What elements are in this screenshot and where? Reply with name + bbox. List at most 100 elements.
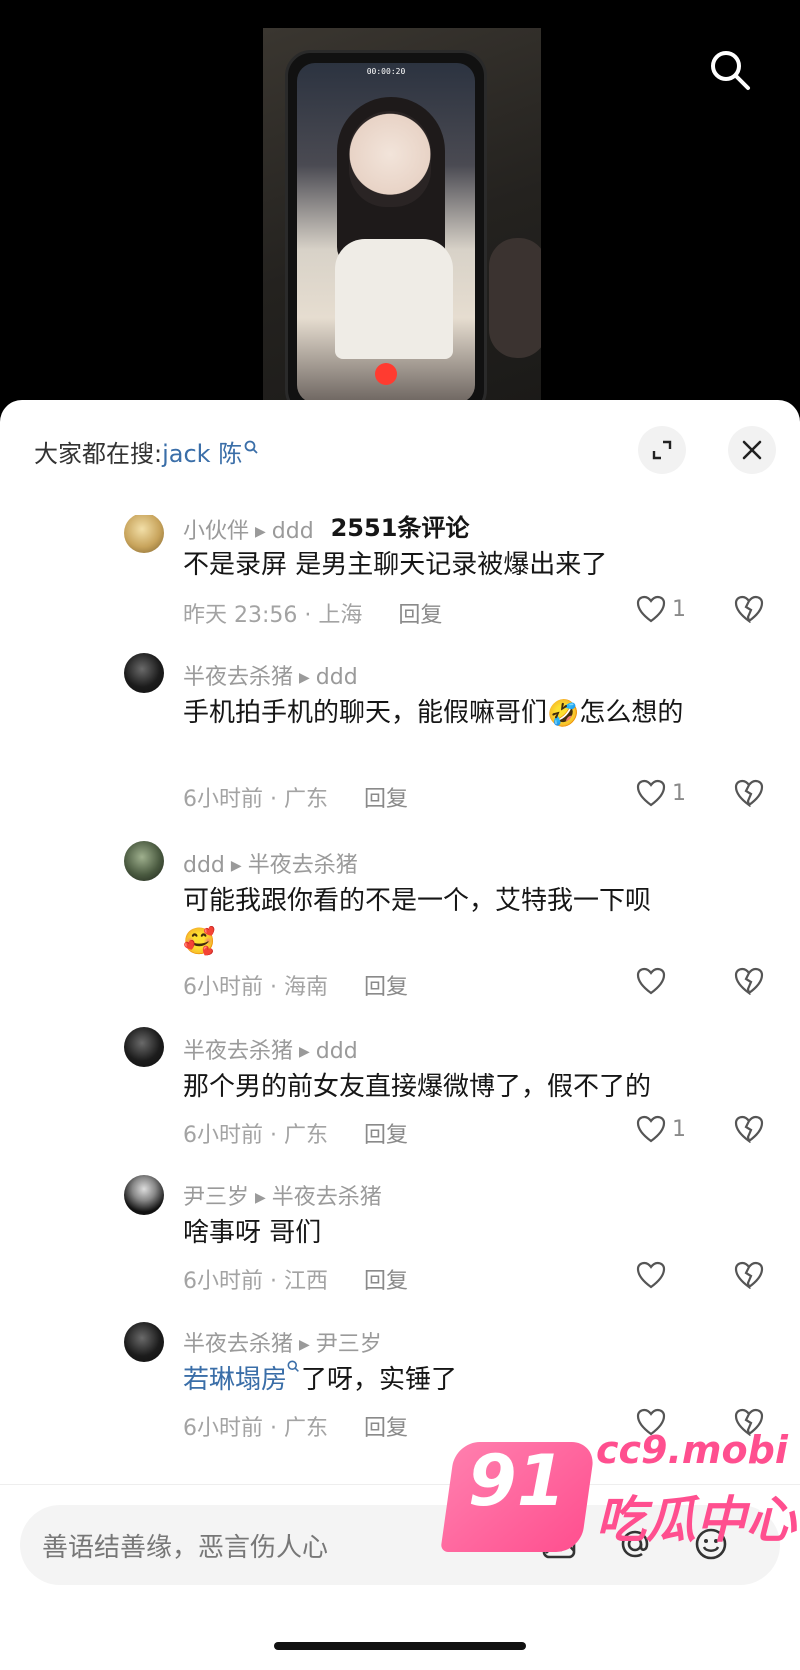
dislike-button[interactable] [734, 1115, 766, 1147]
reply-button[interactable]: 回复 [364, 1123, 408, 1148]
like-button[interactable] [636, 1261, 696, 1295]
like-count: 1 [672, 781, 686, 806]
like-button[interactable]: 1 [636, 779, 696, 813]
search-button[interactable] [706, 46, 754, 94]
username[interactable]: 半夜去杀猪 [183, 665, 293, 690]
suggestion-prefix: 大家都在搜: [34, 440, 163, 468]
recording-timer: 00:00:20 [366, 67, 406, 76]
comment-meta: 半夜去杀猪 ▶ ddd [183, 1033, 358, 1065]
time-location: 6小时前 · 广东 [183, 787, 328, 812]
close-icon [742, 440, 762, 460]
video-thumbnail[interactable]: 00:00:20 [263, 28, 541, 403]
watermark-name: 吃瓜中心 [596, 1491, 796, 1549]
dislike-button[interactable] [734, 967, 766, 999]
username[interactable]: 小伙伴 [183, 519, 249, 544]
reply-button[interactable]: 回复 [364, 975, 408, 1000]
like-button[interactable]: 1 [636, 1115, 696, 1149]
play-arrow-icon: ▶ [299, 670, 310, 686]
comment-text: 可能我跟你看的不是一个，艾特我一下呗 🥰 [183, 881, 763, 962]
reply-to-user[interactable]: ddd [316, 1039, 358, 1064]
like-count: 1 [672, 1117, 686, 1142]
time-location: 6小时前 · 江西 [183, 1269, 328, 1294]
phone-screen: 00:00:20 [297, 63, 475, 403]
reply-button[interactable]: 回复 [364, 1416, 408, 1441]
heart-icon [636, 967, 666, 995]
comment-meta: ddd ▶ 半夜去杀猪 [183, 847, 358, 879]
small-search-icon [244, 434, 260, 462]
watermark-domain: cc9.mobi [596, 1428, 788, 1472]
play-arrow-icon: ▶ [299, 1044, 310, 1060]
home-indicator[interactable] [274, 1642, 526, 1650]
play-arrow-icon: ▶ [255, 524, 266, 540]
comment-footer: 6小时前 · 广东 回复 [183, 1410, 408, 1442]
comment-meta: 半夜去杀猪 ▶ ddd [183, 659, 358, 691]
reply-to-user[interactable]: 半夜去杀猪 [272, 1185, 382, 1210]
username[interactable]: 半夜去杀猪 [183, 1332, 293, 1357]
reply-to-user[interactable]: ddd [272, 519, 314, 544]
heart-icon [636, 779, 666, 807]
search-keyword-link[interactable]: 若琳塌房 [183, 1365, 287, 1395]
play-arrow-icon: ▶ [255, 1190, 266, 1206]
expand-button[interactable] [638, 426, 686, 474]
close-button[interactable] [728, 426, 776, 474]
avatar[interactable] [124, 841, 164, 881]
reply-to-user[interactable]: 半夜去杀猪 [248, 853, 358, 878]
broken-heart-icon [734, 779, 764, 808]
reply-button[interactable]: 回复 [364, 787, 408, 812]
like-button[interactable] [636, 967, 696, 1001]
search-icon [711, 51, 750, 90]
play-arrow-icon: ▶ [299, 1337, 310, 1353]
hand-in-video [489, 238, 541, 358]
input-placeholder: 善语结善缘，恶言伤人心 [42, 1533, 329, 1563]
dislike-button[interactable] [734, 1261, 766, 1293]
comment-meta: 半夜去杀猪 ▶ 尹三岁 [183, 1326, 382, 1358]
username[interactable]: ddd [183, 853, 225, 878]
dislike-button[interactable] [734, 595, 766, 627]
comment-meta: 尹三岁 ▶ 半夜去杀猪 [183, 1179, 382, 1211]
avatar[interactable] [124, 1322, 164, 1362]
comment-text: 手机拍手机的聊天，能假嘛哥们🤣怎么想的 [183, 693, 763, 734]
video-player[interactable]: 00:00:20 [0, 0, 800, 420]
broken-heart-icon [734, 595, 764, 624]
suggestion-keyword[interactable]: jack 陈 [162, 440, 242, 468]
dislike-button[interactable] [734, 779, 766, 811]
time-location: 6小时前 · 广东 [183, 1416, 328, 1441]
comment-footer: 6小时前 · 江西 回复 [183, 1263, 408, 1295]
reply-to-user[interactable]: 尹三岁 [316, 1332, 382, 1357]
comment-text: 若琳塌房 了呀，实锤了 [183, 1360, 763, 1400]
watermark: 91 cc9.mobi 吃瓜中心 [440, 1422, 796, 1562]
comment-footer: 昨天 23:56 · 上海 回复 [183, 597, 442, 629]
avatar[interactable] [124, 1027, 164, 1067]
reply-to-user[interactable]: ddd [316, 665, 358, 690]
comment-text: 啥事呀 哥们 [183, 1218, 322, 1248]
play-arrow-icon: ▶ [230, 858, 242, 874]
broken-heart-icon [734, 1115, 764, 1144]
like-button[interactable]: 1 [636, 595, 696, 629]
watermark-number: 91 [468, 1440, 566, 1522]
reply-button[interactable]: 回复 [398, 603, 442, 628]
time-location: 昨天 23:56 · 上海 [183, 603, 363, 628]
comment-list[interactable]: 小伙伴 ▶ ddd 不是录屏 是男主聊天记录被爆出来了 昨天 23:56 · 上海回… [0, 515, 800, 1498]
broken-heart-icon [734, 967, 764, 996]
expand-icon [652, 440, 672, 460]
comment-footer: 6小时前 · 广东 回复 [183, 1117, 408, 1149]
comment-footer: 6小时前 · 海南 回复 [183, 969, 408, 1001]
username[interactable]: 尹三岁 [183, 1185, 249, 1210]
blushing-emoji: 🥰 [183, 926, 216, 957]
comment-meta: 小伙伴 ▶ ddd [183, 515, 314, 545]
reply-button[interactable]: 回复 [364, 1269, 408, 1294]
laughing-emoji: 🤣 [547, 698, 580, 729]
heart-icon [636, 1261, 666, 1289]
time-location: 6小时前 · 广东 [183, 1123, 328, 1148]
comment-text: 那个男的前女友直接爆微博了，假不了的 [183, 1072, 652, 1102]
search-suggestion[interactable]: 大家都在搜:jack 陈 [34, 434, 260, 469]
comment-text: 不是录屏 是男主聊天记录被爆出来了 [183, 550, 608, 580]
broken-heart-icon [734, 1261, 764, 1290]
avatar[interactable] [124, 653, 164, 693]
heart-icon [636, 595, 666, 623]
username[interactable]: 半夜去杀猪 [183, 1039, 293, 1064]
record-button-in-video [375, 363, 397, 385]
avatar[interactable] [124, 1175, 164, 1215]
avatar[interactable] [124, 515, 164, 553]
heart-icon [636, 1115, 666, 1143]
